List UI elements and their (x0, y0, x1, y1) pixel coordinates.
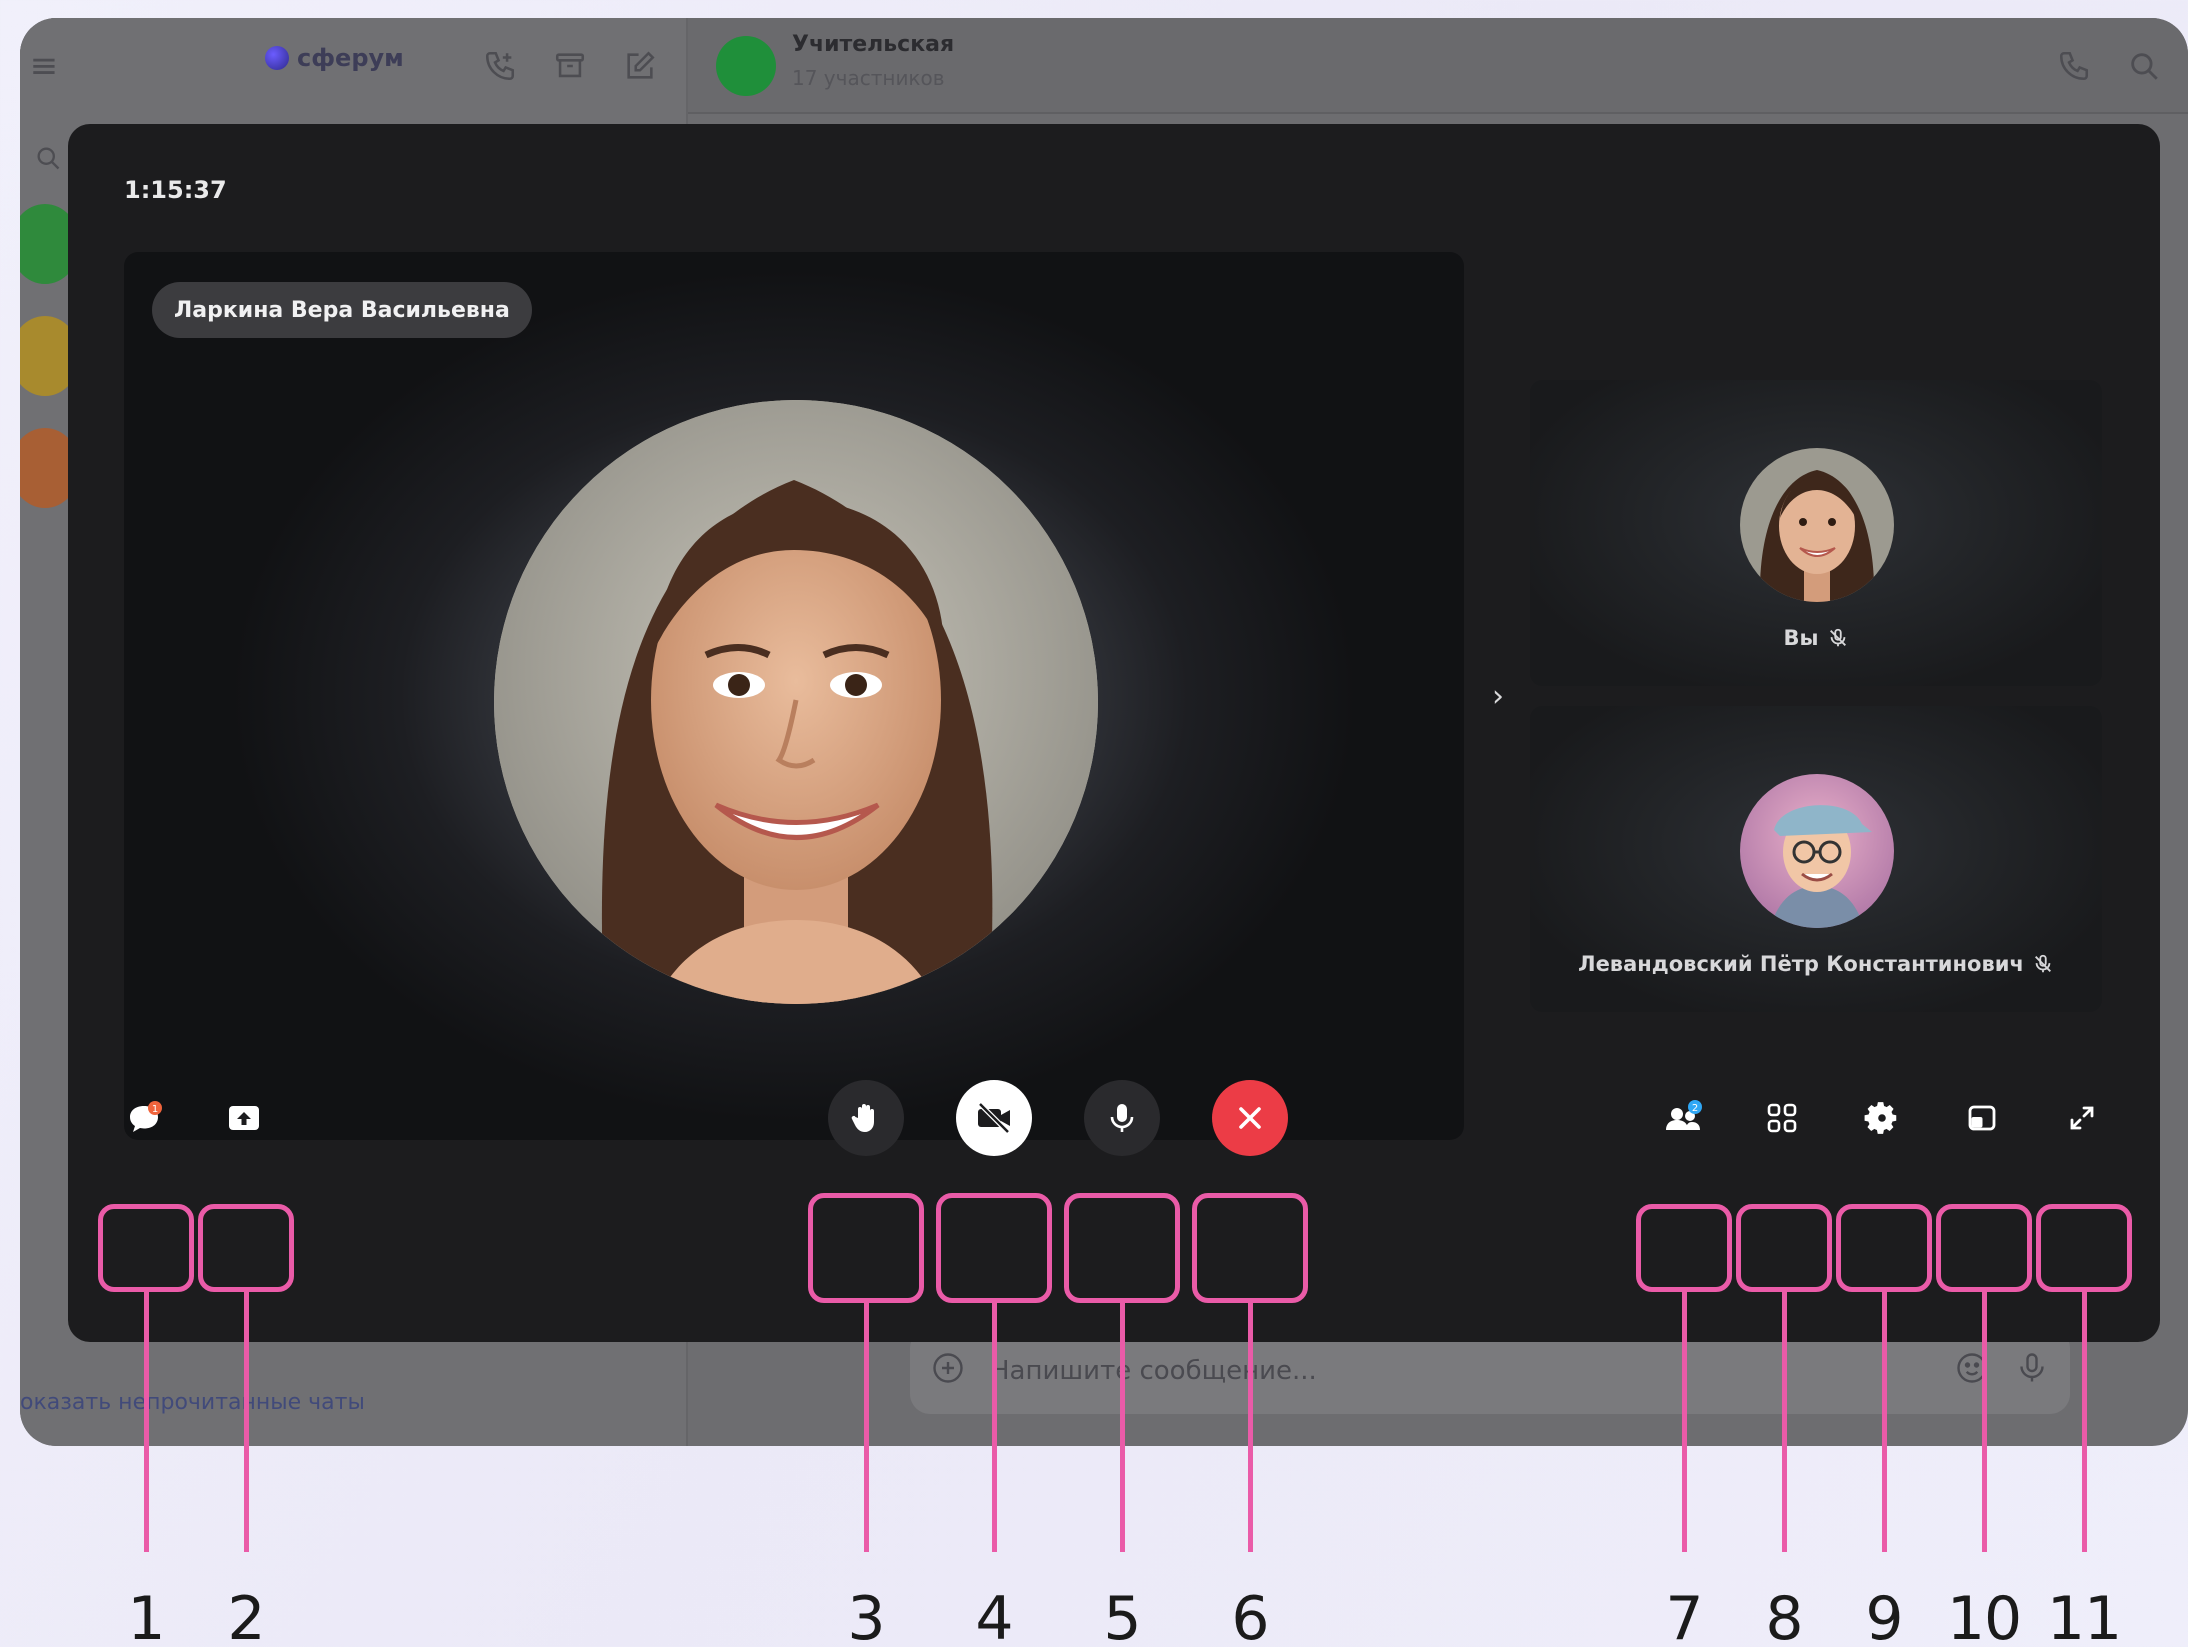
mic-off-icon (1829, 628, 1846, 647)
camera-toggle-button[interactable] (956, 1080, 1032, 1156)
microphone-icon (1110, 1104, 1134, 1132)
app-brand-name: сферум (297, 44, 404, 72)
chat-member-count: 17 участников (792, 66, 945, 90)
show-unread-chats-link[interactable]: оказать непрочитанные чаты (20, 1390, 365, 1415)
new-call-icon[interactable] (476, 42, 524, 90)
callout-leader (244, 1292, 249, 1552)
participant-name: Вы (1783, 626, 1819, 650)
participants-badge: 2 (1692, 1103, 1698, 1114)
callout-number-6: 6 (1231, 1584, 1269, 1647)
call-timer: 1:15:37 (124, 176, 227, 204)
callout-number-2: 2 (227, 1584, 265, 1647)
participant-label: Левандовский Пётр Константинович (1530, 952, 2102, 976)
callout-leader (1682, 1292, 1687, 1552)
logo-icon (265, 46, 289, 70)
menu-icon[interactable]: ≡ (20, 42, 68, 90)
participant-tile[interactable]: Левандовский Пётр Константинович (1530, 706, 2102, 1012)
mic-off-icon (2034, 954, 2051, 973)
callout-frame-6 (1192, 1193, 1308, 1303)
raise-hand-icon (851, 1104, 874, 1132)
callout-leader (992, 1303, 997, 1552)
participant-avatar (1740, 774, 1894, 928)
callout-number-5: 5 (1103, 1584, 1141, 1647)
chat-icon: 1 (130, 1101, 162, 1132)
callout-frame-5 (1064, 1193, 1180, 1303)
participant-name: Левандовский Пётр Константинович (1578, 952, 2024, 976)
callout-frame-11 (2036, 1204, 2132, 1292)
callout-leader (144, 1292, 149, 1552)
callout-leader (864, 1303, 869, 1552)
chat-avatar[interactable] (716, 36, 776, 96)
callout-number-3: 3 (847, 1584, 885, 1647)
participant-avatar (1740, 448, 1894, 602)
callout-frame-4 (936, 1193, 1052, 1303)
participants-button[interactable]: 2 (1654, 1088, 1714, 1148)
callout-frame-1 (98, 1204, 194, 1292)
end-call-button[interactable] (1212, 1080, 1288, 1156)
gear-icon (1864, 1102, 1897, 1134)
compose-icon[interactable] (616, 42, 664, 90)
sidebar-search-icon[interactable] (24, 134, 72, 182)
attach-icon[interactable] (930, 1350, 966, 1393)
speaker-name-chip: Ларкина Вера Васильевна (152, 282, 532, 338)
callout-leader (1982, 1292, 1987, 1552)
callout-frame-9 (1836, 1204, 1932, 1292)
chevron-right-icon[interactable]: › (1478, 676, 1518, 716)
phone-icon[interactable] (2050, 42, 2098, 90)
pip-icon (1968, 1105, 1996, 1131)
callout-number-7: 7 (1665, 1584, 1703, 1647)
archive-icon[interactable] (546, 42, 594, 90)
callout-frame-8 (1736, 1204, 1832, 1292)
camera-off-icon (978, 1102, 1010, 1134)
callout-frame-7 (1636, 1204, 1732, 1292)
callout-leader (1782, 1292, 1787, 1552)
callout-leader (1248, 1303, 1253, 1552)
callout-number-11: 11 (2046, 1584, 2122, 1647)
voice-message-icon[interactable] (2014, 1350, 2050, 1393)
fullscreen-icon (2070, 1106, 2094, 1130)
share-screen-icon (229, 1106, 259, 1130)
callout-leader (1120, 1303, 1125, 1552)
callout-number-4: 4 (975, 1584, 1013, 1647)
callout-frame-3 (808, 1193, 924, 1303)
chat-button[interactable]: 1 (116, 1088, 176, 1148)
app-logo: сферум (265, 44, 404, 72)
grid-icon (1767, 1103, 1797, 1133)
microphone-button[interactable] (1084, 1080, 1160, 1156)
video-call-window: 1:15:37 Ларкина Вера Васильевна › Вы Лев… (68, 124, 2160, 1342)
participants-icon: 2 (1666, 1100, 1702, 1130)
callout-number-8: 8 (1765, 1584, 1803, 1647)
main-speaker-video[interactable]: Ларкина Вера Васильевна (124, 252, 1464, 1140)
message-input[interactable]: Напишите сообщение... (990, 1356, 1317, 1386)
callout-leader (1882, 1292, 1887, 1552)
search-icon[interactable] (2120, 42, 2168, 90)
callout-number-1: 1 (127, 1584, 165, 1647)
callout-number-10: 10 (1946, 1584, 2022, 1647)
callout-frame-2 (198, 1204, 294, 1292)
callout-leader (2082, 1292, 2087, 1552)
chat-title: Учительская (792, 32, 955, 57)
fullscreen-button[interactable] (2052, 1088, 2112, 1148)
settings-button[interactable] (1852, 1088, 1912, 1148)
layout-grid-button[interactable] (1752, 1088, 1812, 1148)
participant-label: Вы (1530, 626, 2102, 650)
callout-frame-10 (1936, 1204, 2032, 1292)
close-icon (1239, 1107, 1261, 1129)
picture-in-picture-button[interactable] (1952, 1088, 2012, 1148)
share-screen-button[interactable] (214, 1088, 274, 1148)
participant-tile[interactable]: Вы (1530, 380, 2102, 686)
raise-hand-button[interactable] (828, 1080, 904, 1156)
callout-number-9: 9 (1865, 1584, 1903, 1647)
chat-badge: 1 (152, 1104, 158, 1115)
speaker-avatar (494, 400, 1098, 1004)
